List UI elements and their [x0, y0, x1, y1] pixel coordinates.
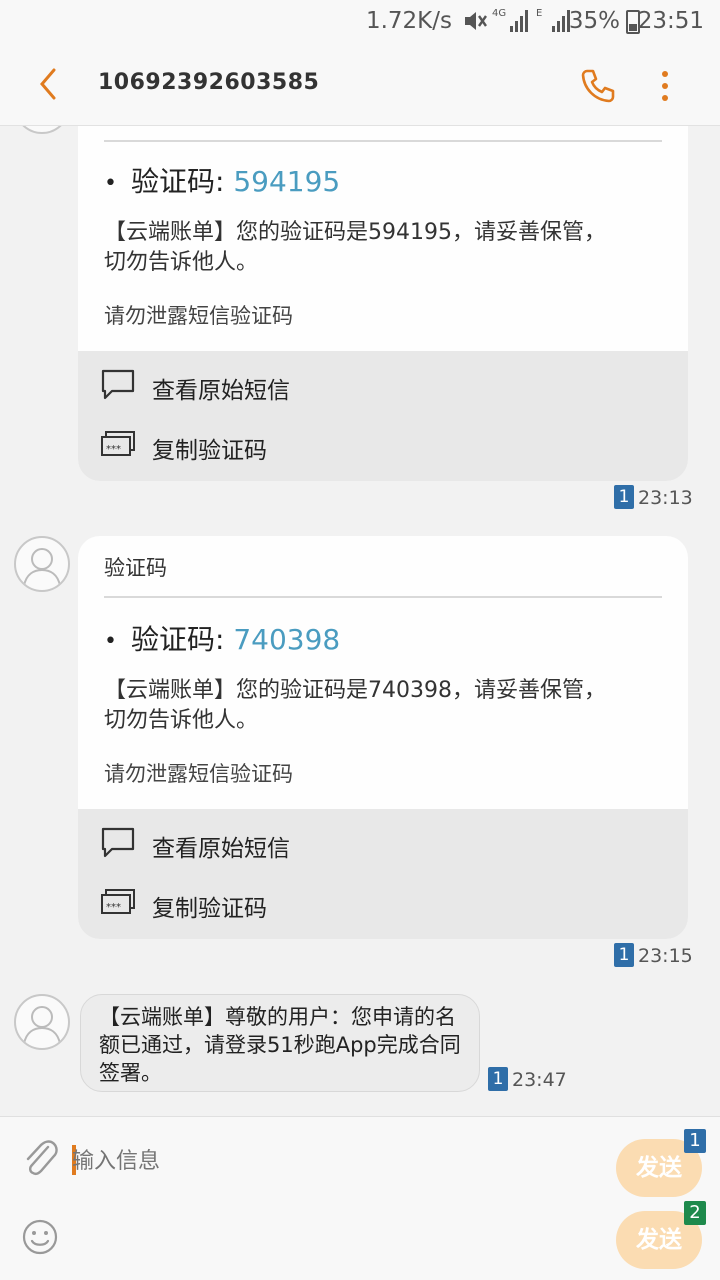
- messaging-screen: 1.72K/s 4G E 35% 23:51 10692392603585 • …: [0, 0, 720, 1280]
- signal-4g-label: 4G: [492, 8, 506, 19]
- sim-badge: 1: [488, 1067, 508, 1091]
- battery-percent: 35%: [568, 8, 620, 34]
- phone-icon: [581, 69, 615, 103]
- network-speed: 1.72K/s: [365, 8, 452, 34]
- call-button[interactable]: [578, 66, 618, 106]
- message-timestamp: 1 23:15: [614, 943, 693, 967]
- composer: 发送 1 发送 2: [0, 1116, 720, 1280]
- message-bubble[interactable]: 【云端账单】尊敬的用户：您申请的名额已通过，请登录51秒跑App完成合同签署。: [80, 994, 480, 1092]
- svg-text:***: ***: [106, 902, 121, 913]
- otp-card[interactable]: • 验证码: 594195 【云端账单】您的验证码是594195，请妥善保管，切勿…: [78, 126, 688, 481]
- card-actions: 查看原始短信 *** 复制验证码: [78, 351, 688, 481]
- otp-code-value[interactable]: 594195: [233, 165, 340, 198]
- security-notice: 请勿泄露短信验证码: [104, 304, 293, 328]
- copy-code-label: 复制验证码: [152, 896, 267, 922]
- message-timestamp: 1 23:13: [614, 485, 693, 509]
- more-options-button[interactable]: [650, 66, 680, 106]
- emoji-button[interactable]: [20, 1217, 60, 1257]
- sender-avatar[interactable]: [14, 536, 70, 592]
- sim-badge: 1: [614, 485, 634, 509]
- signal-e-label: E: [536, 8, 542, 19]
- message-time: 23:47: [512, 1069, 567, 1091]
- back-button[interactable]: [34, 66, 64, 102]
- otp-code-line: • 验证码: 594195: [104, 165, 341, 198]
- mute-icon: [462, 8, 488, 40]
- sim2-badge: 2: [684, 1201, 706, 1225]
- copy-code-icon: ***: [100, 885, 136, 921]
- otp-code-label: 验证码:: [130, 623, 225, 656]
- view-original-label: 查看原始短信: [152, 836, 290, 862]
- sender-avatar[interactable]: [14, 126, 70, 134]
- send-label: 发送: [636, 1227, 682, 1253]
- copy-code-button[interactable]: *** 复制验证码: [100, 879, 400, 929]
- status-time: 23:51: [637, 8, 704, 34]
- send-label: 发送: [636, 1155, 682, 1181]
- message-time: 23:15: [638, 945, 693, 967]
- security-notice: 请勿泄露短信验证码: [104, 762, 293, 786]
- message-input[interactable]: [72, 1143, 592, 1179]
- chevron-left-icon: [40, 68, 56, 100]
- sender-avatar[interactable]: [14, 994, 70, 1050]
- signal-4g-icon: 4G: [492, 6, 530, 34]
- view-original-button[interactable]: 查看原始短信: [100, 361, 400, 411]
- attach-button[interactable]: [20, 1137, 60, 1179]
- card-divider: [104, 596, 662, 598]
- copy-code-button[interactable]: *** 复制验证码: [100, 421, 400, 471]
- card-divider: [104, 140, 662, 142]
- card-title: 验证码: [104, 556, 167, 580]
- message-list[interactable]: • 验证码: 594195 【云端账单】您的验证码是594195，请妥善保管，切勿…: [0, 126, 720, 1116]
- sim1-badge: 1: [684, 1129, 706, 1153]
- chat-bubble-icon: [100, 367, 136, 403]
- copy-code-icon: ***: [100, 427, 136, 463]
- svg-text:***: ***: [106, 444, 121, 455]
- message-body: 【云端账单】您的验证码是740398，请妥善保管，切勿告诉他人。: [104, 678, 606, 733]
- message-body: 【云端账单】您的验证码是594195，请妥善保管，切勿告诉他人。: [104, 220, 606, 275]
- person-icon: [23, 548, 61, 587]
- sim-badge: 1: [614, 943, 634, 967]
- person-icon: [23, 126, 61, 129]
- otp-code-value[interactable]: 740398: [233, 623, 340, 656]
- person-icon: [23, 1006, 61, 1045]
- otp-card[interactable]: 验证码 • 验证码: 740398 【云端账单】您的验证码是740398，请妥善保…: [78, 536, 688, 939]
- smiley-icon: [22, 1219, 58, 1255]
- otp-code-line: • 验证码: 740398: [104, 623, 341, 656]
- chat-bubble-icon: [100, 825, 136, 861]
- status-bar: 1.72K/s 4G E 35% 23:51: [0, 0, 720, 44]
- card-actions: 查看原始短信 *** 复制验证码: [78, 809, 688, 939]
- paperclip-icon: [26, 1140, 58, 1176]
- contact-number: 10692392603585: [98, 70, 320, 95]
- view-original-label: 查看原始短信: [152, 378, 290, 404]
- conversation-header: 10692392603585: [0, 44, 720, 126]
- otp-code-label: 验证码:: [130, 165, 225, 198]
- signal-e-icon: E: [534, 6, 572, 34]
- copy-code-label: 复制验证码: [152, 438, 267, 464]
- more-vertical-icon: [662, 71, 668, 101]
- message-timestamp: 1 23:47: [488, 1067, 567, 1091]
- view-original-button[interactable]: 查看原始短信: [100, 819, 400, 869]
- message-time: 23:13: [638, 487, 693, 509]
